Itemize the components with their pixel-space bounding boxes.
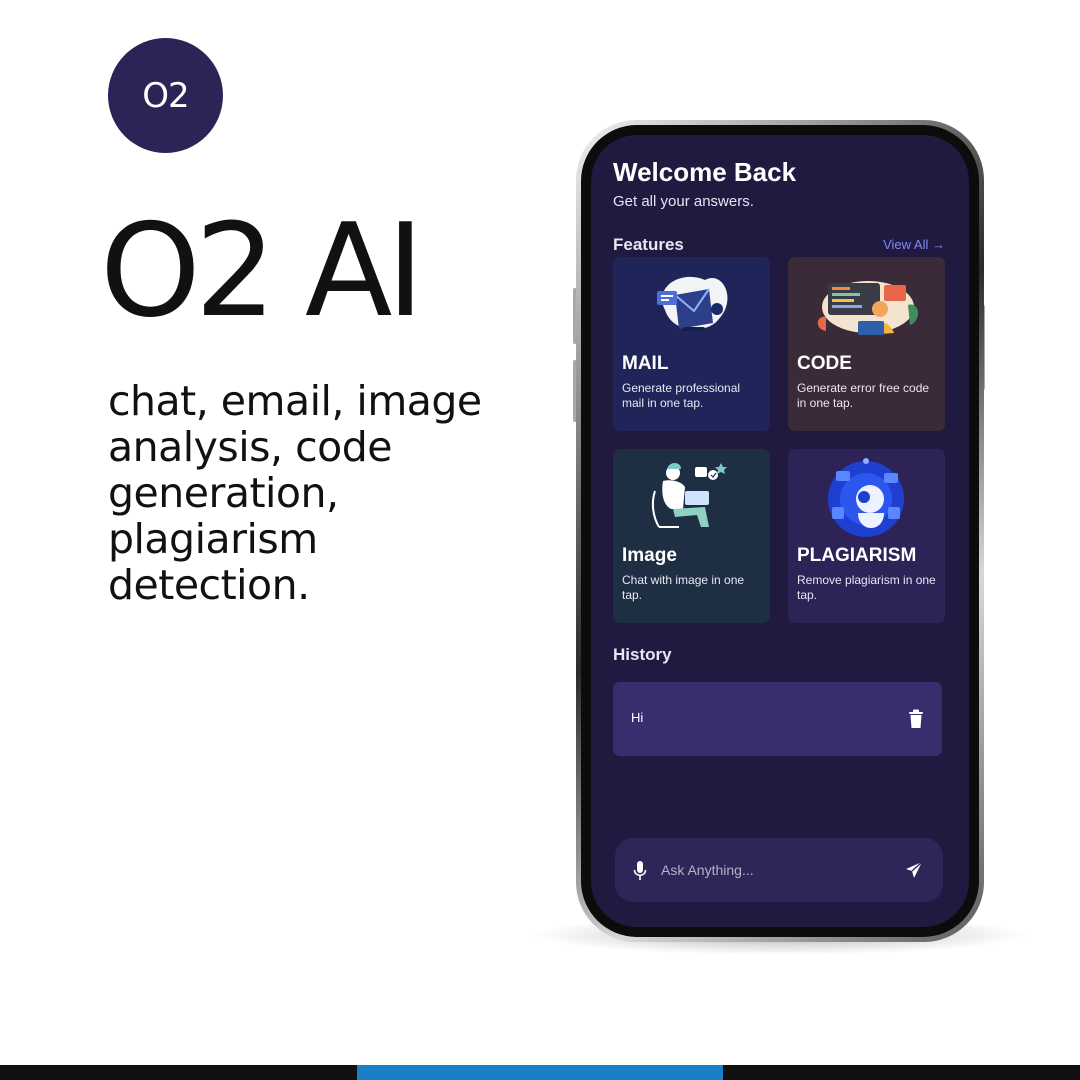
app-screen: Welcome Back Get all your answers. Featu… [591, 135, 969, 927]
feature-card-mail[interactable]: MAIL Generate professional mail in one t… [613, 257, 770, 431]
phone-frame: Welcome Back Get all your answers. Featu… [576, 120, 984, 942]
feature-description: Chat with image in one tap. [622, 573, 745, 602]
feature-description: Remove plagiarism in one tap. [797, 573, 936, 602]
send-icon[interactable] [905, 861, 923, 879]
feature-title: Image [622, 545, 677, 566]
view-all-link[interactable]: View All → [883, 237, 945, 252]
code-illustration-icon [817, 281, 919, 335]
phone-bezel: Welcome Back Get all your answers. Featu… [581, 125, 979, 937]
history-item[interactable]: Hi [613, 682, 942, 756]
microphone-icon[interactable] [633, 861, 647, 881]
feature-description: Generate error free code in one tap. [797, 381, 930, 410]
feature-description: Generate professional mail in one tap. [622, 381, 741, 410]
brand-badge-label: O2 [142, 75, 189, 116]
history-heading: History [613, 645, 672, 664]
brand-title: O2 AI [100, 197, 424, 346]
image-chat-illustration-icon [651, 463, 727, 528]
tagline: chat, email, image analysis, code genera… [108, 377, 482, 609]
brand-badge: O2 [108, 38, 223, 153]
feature-title: CODE [797, 353, 852, 374]
ask-input[interactable] [661, 855, 881, 885]
trash-icon[interactable] [908, 709, 924, 729]
feature-card-image[interactable]: Image Chat with image in one tap. [613, 449, 770, 623]
feature-title: PLAGIARISM [797, 545, 917, 566]
feature-title: MAIL [622, 353, 669, 374]
ask-bar [615, 838, 943, 902]
feature-card-plagiarism[interactable]: PLAGIARISM Remove plagiarism in one tap. [788, 449, 945, 623]
feature-card-code[interactable]: CODE Generate error free code in one tap… [788, 257, 945, 431]
features-heading: Features [613, 235, 684, 254]
history-item-text: Hi [631, 710, 644, 725]
bottom-bar-right [723, 1065, 1080, 1080]
welcome-subtitle: Get all your answers. [613, 193, 754, 210]
bottom-bar-left [0, 1065, 357, 1080]
robot-illustration-icon [828, 458, 904, 537]
mail-illustration-icon [657, 276, 728, 331]
bottom-bar-accent [357, 1065, 723, 1080]
welcome-title: Welcome Back [613, 157, 797, 187]
